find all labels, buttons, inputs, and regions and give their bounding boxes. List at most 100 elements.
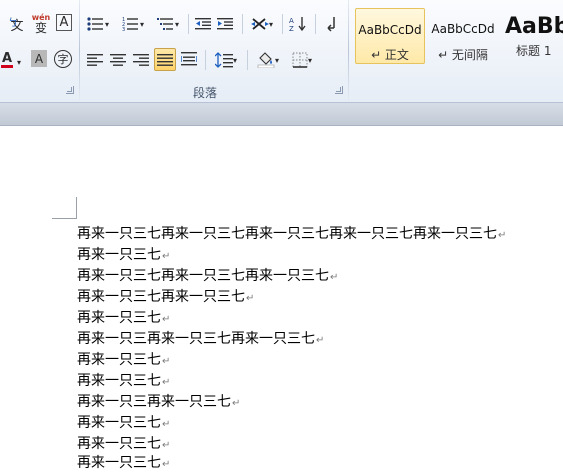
phonetic-guide-button[interactable]: ㄅ 文 [8, 14, 26, 34]
multilevel-dropdown-icon[interactable]: ▾ [175, 20, 179, 29]
numbering-dropdown-icon[interactable]: ▾ [140, 20, 144, 29]
toolbar-separator [282, 14, 283, 34]
style-no-spacing[interactable]: AaBbCcDd ↵ 无间隔 [428, 8, 498, 64]
justify-icon [157, 53, 173, 66]
align-left-icon [87, 54, 103, 66]
bullets-icon [87, 17, 103, 31]
paragraph-mark: ↵ [162, 377, 171, 388]
align-right-icon [133, 54, 149, 66]
enclose-characters-label: 字 [57, 53, 69, 66]
document-line[interactable]: 再来一只三七再来一只三七↵ [77, 287, 254, 308]
line-text: 再来一只三七 [77, 352, 161, 368]
document-line[interactable]: 再来一只三七↵ [77, 308, 170, 329]
font-color-label: A [1, 51, 13, 66]
pinyin-base-label: 变 [34, 21, 47, 35]
line-text: 再来一只三再来一只三七 [77, 394, 231, 410]
style-sample: AaBb [505, 13, 563, 39]
enclose-characters-button[interactable]: 字 [54, 50, 72, 68]
document-line[interactable]: 再来一只三七再来一只三七再来一只三七↵ [77, 266, 338, 287]
style-normal[interactable]: AaBbCcDd ↵ 正文 [355, 8, 425, 64]
margin-crop-mark [76, 197, 77, 219]
style-label: 标题 1 [516, 44, 552, 58]
borders-button[interactable]: ▾ [288, 50, 316, 70]
toolbar-separator [205, 50, 206, 70]
svg-text:A: A [289, 17, 294, 25]
paragraph-mark: ↵ [162, 314, 171, 325]
distributed-align-button[interactable] [180, 50, 198, 70]
svg-text:Z: Z [289, 25, 294, 32]
document-line[interactable]: 再来一只三七再来一只三七再来一只三七再来一只三七再来一只三七↵ [77, 224, 506, 245]
character-shading-button[interactable]: A [31, 50, 47, 67]
line-spacing-icon [214, 52, 233, 68]
document-line[interactable]: 再来一只三七↵ [77, 245, 170, 266]
paragraph-group-label: 段落 [193, 86, 218, 100]
font-dialog-launcher-icon[interactable] [66, 86, 74, 94]
paragraph-mark: ↵ [330, 272, 339, 283]
decrease-indent-icon [195, 18, 211, 30]
paragraph-mark: ↵ [232, 398, 241, 409]
sort-icon: A Z [289, 17, 306, 32]
multilevel-list-icon [156, 18, 173, 30]
line-text: 再来一只三七 [77, 373, 161, 389]
shading-dropdown-icon[interactable]: ▾ [275, 56, 279, 65]
paragraph-dialog-launcher-icon[interactable] [335, 86, 343, 94]
line-spacing-dropdown-icon[interactable]: ▾ [233, 56, 237, 65]
chinese-layout-button[interactable]: ▾ [248, 14, 276, 34]
paragraph-mark: ↵ [162, 440, 171, 451]
document-line[interactable]: 再来一只三七↵ [77, 350, 170, 371]
font-color-dropdown-icon[interactable]: ▾ [15, 52, 23, 72]
pinyin-button[interactable]: wén 变 [30, 14, 52, 35]
line-spacing-button[interactable]: ▾ [211, 50, 241, 70]
paragraph-mark: ↵ [498, 230, 507, 241]
bullets-dropdown-icon[interactable]: ▾ [105, 20, 109, 29]
bullets-button[interactable]: ▾ [86, 14, 110, 34]
style-sample: AaBbCcDd [431, 22, 495, 36]
svg-text:3: 3 [122, 27, 125, 31]
phonetic-guide-icon: ㄅ [8, 18, 18, 29]
document-line[interactable]: 再来一只三七↵ [77, 413, 170, 434]
style-heading-1[interactable]: AaBb 标题 1 [502, 8, 563, 64]
paragraph-mark: ↵ [162, 356, 171, 367]
increase-indent-button[interactable] [216, 14, 234, 34]
toolbar-separator [242, 14, 243, 34]
decrease-indent-button[interactable] [194, 14, 212, 34]
numbering-button[interactable]: 1 2 3 ▾ [118, 14, 148, 34]
document-line[interactable]: 再来一只三七↵ [77, 453, 170, 474]
line-text: 再来一只三七 [77, 455, 161, 471]
line-text: 再来一只三七再来一只三七再来一只三七 [77, 268, 329, 284]
line-text: 再来一只三七 [77, 415, 161, 431]
group-separator [348, 0, 349, 102]
style-label: ↵ 无间隔 [438, 48, 488, 62]
align-left-button[interactable] [86, 50, 104, 70]
document-line[interactable]: 再来一只三再来一只三七再来一只三七↵ [77, 329, 324, 350]
document-line[interactable]: 再来一只三七↵ [77, 371, 170, 392]
borders-dropdown-icon[interactable]: ▾ [308, 56, 312, 65]
align-center-button[interactable] [109, 50, 127, 70]
character-border-button[interactable]: A [56, 14, 72, 31]
chinese-layout-dropdown-icon[interactable]: ▾ [269, 20, 273, 29]
line-text: 再来一只三七 [77, 436, 161, 452]
paragraph-mark: ↵ [246, 293, 255, 304]
style-label: ↵ 正文 [371, 48, 409, 62]
document-line[interactable]: 再来一只三再来一只三七↵ [77, 392, 240, 413]
line-text: 再来一只三七再来一只三七再来一只三七再来一只三七再来一只三七 [77, 226, 497, 242]
sort-button[interactable]: A Z [289, 14, 307, 34]
show-hide-marks-icon [327, 17, 335, 32]
toolbar-separator [247, 50, 248, 70]
font-color-swatch [1, 65, 13, 68]
font-color-button[interactable]: A [0, 50, 14, 70]
shading-button[interactable]: ▾ [253, 50, 283, 70]
document-line[interactable]: 再来一只三七↵ [77, 434, 170, 455]
borders-icon [292, 52, 308, 68]
justify-button[interactable] [154, 48, 176, 71]
margin-crop-mark [52, 218, 76, 219]
paragraph-mark: ↵ [316, 335, 325, 346]
distributed-align-icon [181, 52, 197, 66]
chinese-layout-icon [250, 18, 269, 30]
multilevel-list-button[interactable]: ▾ [154, 14, 182, 34]
toolbar-separator [315, 14, 316, 34]
align-center-icon [110, 54, 126, 66]
align-right-button[interactable] [132, 50, 150, 70]
show-hide-marks-button[interactable] [322, 14, 340, 34]
toolbar-separator [188, 14, 189, 34]
